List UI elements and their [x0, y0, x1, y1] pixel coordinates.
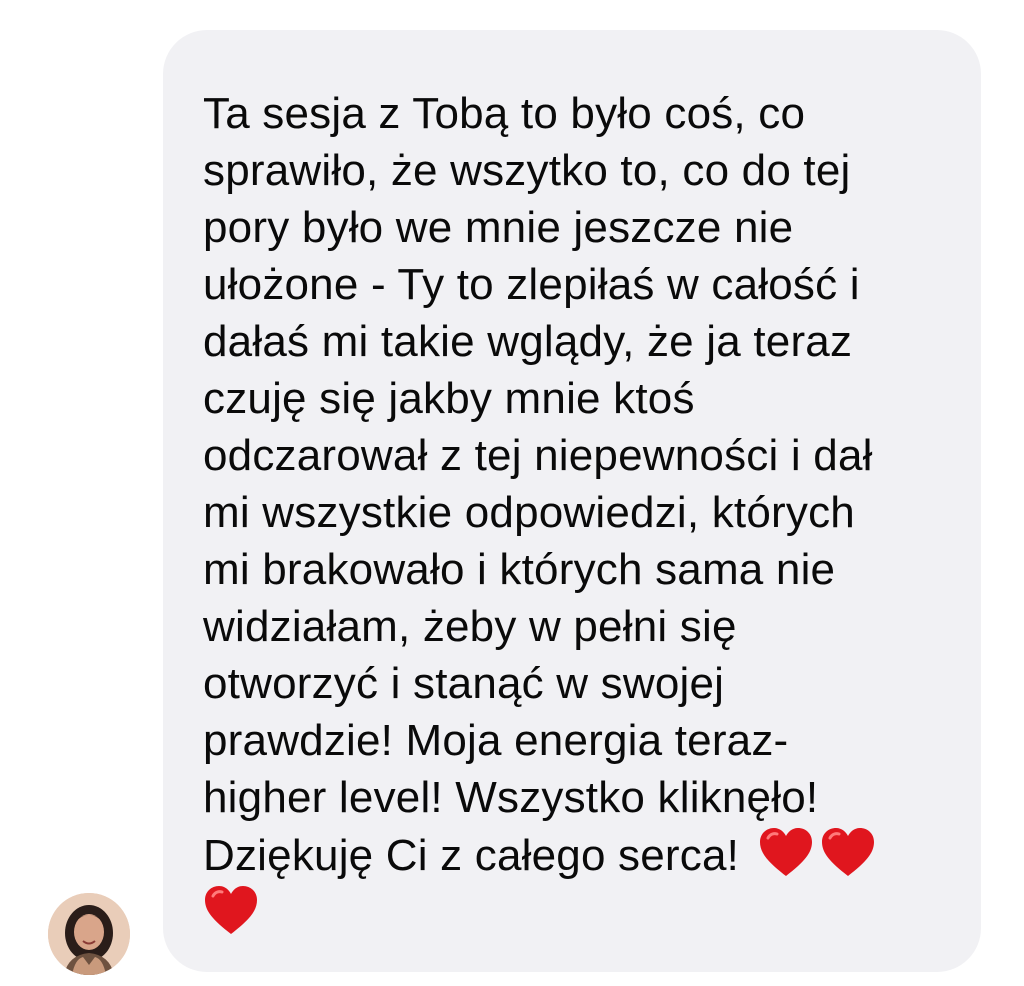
- message-line: prawdzie! Moja energia teraz-: [203, 716, 789, 765]
- message-line-with-hearts: Dziękuję Ci z całego serca!: [203, 826, 941, 884]
- message-line: mi wszystkie odpowiedzi, których: [203, 488, 855, 537]
- message-line: odczarował z tej niepewności i dał: [203, 431, 873, 480]
- message-line: widziałam, żeby w pełni się: [203, 602, 737, 651]
- message-row: Ta sesja z Tobą to było coś, co sprawiło…: [0, 0, 1024, 986]
- message-bubble[interactable]: Ta sesja z Tobą to było coś, co sprawiło…: [163, 30, 981, 972]
- message-line: higher level! Wszystko kliknęło!: [203, 773, 819, 822]
- message-line: dałaś mi takie wglądy, że ja teraz: [203, 317, 853, 366]
- message-line: ułożone - Ty to zlepiłaś w całość i: [203, 260, 860, 309]
- message-line-hearts: [203, 884, 941, 942]
- avatar-photo: [48, 893, 130, 975]
- message-line: mi brakowało i których sama nie: [203, 545, 836, 594]
- red-heart-icon: [820, 826, 876, 878]
- red-heart-icon: [203, 884, 259, 936]
- red-heart-icon: [758, 826, 814, 878]
- message-line: czuję się jakby mnie ktoś: [203, 374, 695, 423]
- message-line: pory było we mnie jeszcze nie: [203, 203, 794, 252]
- message-line-text: Dziękuję Ci z całego serca!: [203, 831, 740, 880]
- message-line: sprawiło, że wszytko to, co do tej: [203, 146, 851, 195]
- avatar[interactable]: [48, 893, 130, 975]
- message-line: otworzyć i stanąć w swojej: [203, 659, 725, 708]
- message-line: Ta sesja z Tobą to było coś, co: [203, 89, 806, 138]
